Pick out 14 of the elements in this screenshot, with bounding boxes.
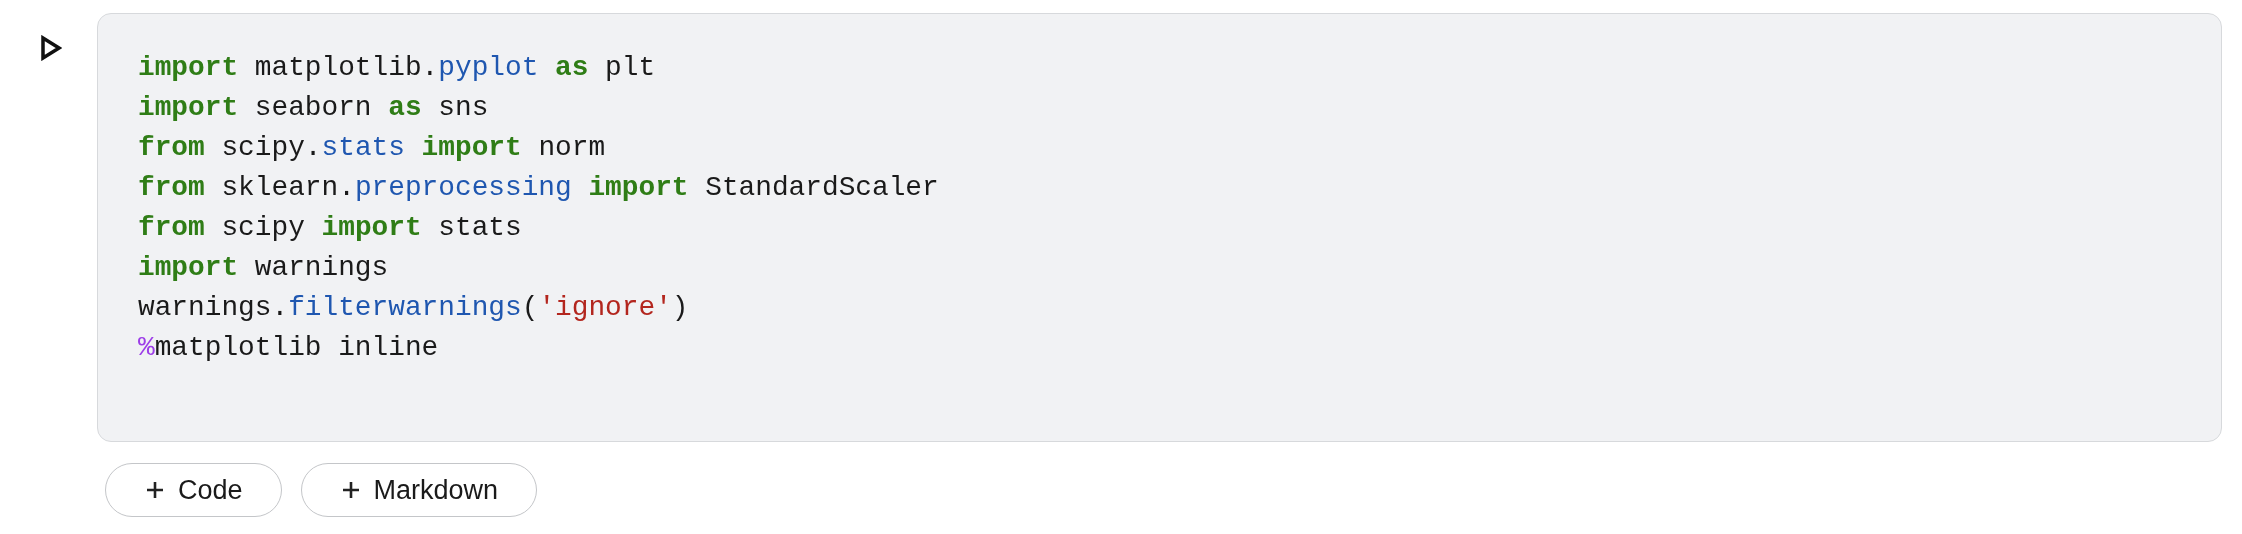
add-cell-button[interactable]: Markdown bbox=[300, 463, 538, 517]
code-line: import seaborn as sns bbox=[138, 91, 489, 125]
code-line: from scipy.stats import norm bbox=[138, 131, 606, 165]
code-cell-editor[interactable] bbox=[97, 13, 2222, 442]
add-cell-button[interactable]: Code bbox=[105, 463, 282, 517]
plus-icon bbox=[146, 481, 164, 499]
code-line: from scipy import stats bbox=[138, 211, 522, 245]
code-line: %matplotlib inline bbox=[138, 331, 439, 365]
run-icon[interactable] bbox=[40, 35, 62, 61]
code-line: from sklearn.preprocessing import StandardScaler bbox=[138, 171, 939, 205]
code-line: warnings.filterwarnings('ignore') bbox=[138, 291, 689, 325]
plus-icon bbox=[341, 481, 360, 499]
code-line: import matplotlib.pyplot as plt bbox=[138, 51, 656, 85]
code-line: import warnings bbox=[138, 251, 389, 285]
